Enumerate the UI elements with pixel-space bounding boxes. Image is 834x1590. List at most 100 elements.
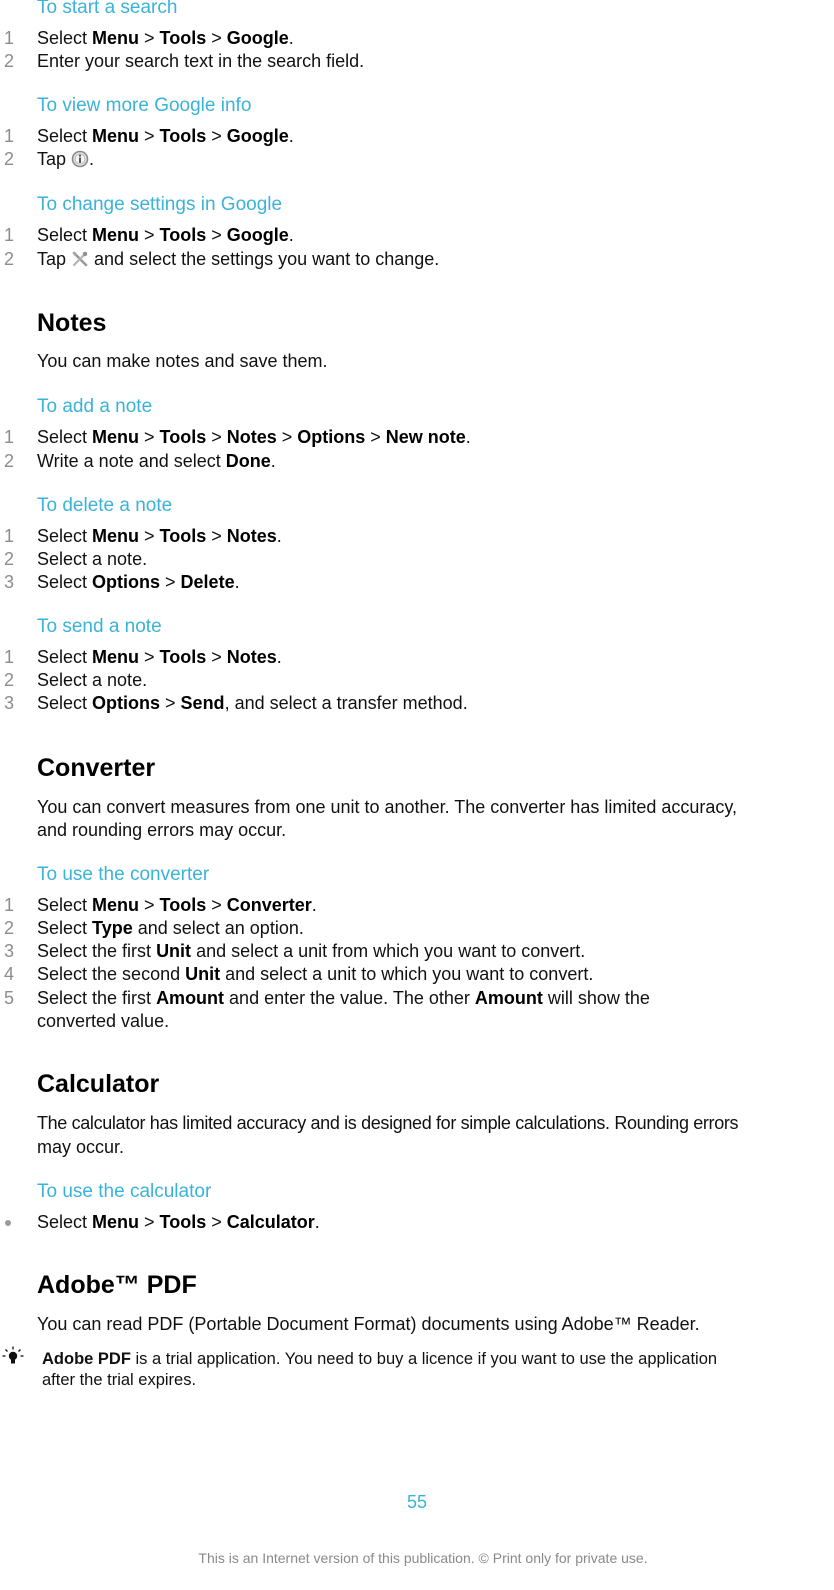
ui-term: Tools [159, 895, 207, 915]
step-text: Select Menu > Tools > Notes. [37, 646, 282, 669]
step-number: 2 [4, 149, 15, 169]
ui-term: Type [92, 918, 133, 938]
task-title-delete-note: To delete a note [37, 495, 173, 516]
adobe-tip-bold: Adobe PDF [42, 1350, 131, 1368]
step-text: Select Type and select an option. [37, 917, 304, 940]
step-text-run: and enter the value. The other [224, 988, 475, 1008]
step-text-run: > [160, 693, 181, 713]
section-title-notes: Notes [37, 309, 107, 337]
step-text-run: > [206, 28, 227, 48]
ui-term: Amount [474, 988, 543, 1008]
step-text-run: , and select a transfer method. [224, 693, 468, 713]
step-text: Select Menu > Tools > Google. [37, 27, 294, 50]
step-text-run: . [276, 647, 282, 667]
step-text-run: . [288, 126, 294, 146]
step-text-run: and select a unit from which you want to… [191, 941, 586, 961]
step-text-run: > [365, 427, 386, 447]
step-text-run: Select [37, 126, 93, 146]
task-title-send-note: To send a note [37, 616, 162, 637]
step-text: Select Menu > Tools > Converter. [37, 894, 317, 917]
step-number: 3 [4, 941, 15, 961]
step-text-run: > [206, 895, 227, 915]
bullet-icon [5, 1220, 11, 1226]
ui-term: Amount [156, 988, 225, 1008]
step-number: 4 [4, 964, 15, 984]
step-text-run: > [139, 647, 160, 667]
step-text-run: > [206, 647, 227, 667]
step-text-before: Tap [37, 149, 72, 169]
step-number: 2 [4, 670, 15, 690]
step-text-run: > [139, 895, 160, 915]
step-text-run: Select a note. [37, 670, 148, 690]
step-text-run: converted value. [37, 1011, 170, 1031]
ui-term: Menu [92, 28, 140, 48]
step-text-run: . [276, 526, 282, 546]
step-text-run: will show the [542, 988, 650, 1008]
step-text-run: > [139, 126, 160, 146]
step-number: 3 [4, 572, 15, 592]
task-title-view-google-info: To view more Google info [37, 95, 252, 116]
ui-term: Converter [226, 895, 312, 915]
step-text: Select Options > Delete. [37, 571, 240, 594]
step-number: 2 [4, 549, 15, 569]
step-text-run: > [206, 1212, 227, 1232]
step-text: Select the first Unit and select a unit … [37, 940, 585, 963]
step-text-run: . [465, 427, 471, 447]
step-text: Select a note. [37, 669, 147, 692]
step-text: Select the first Amount and enter the va… [37, 987, 650, 1010]
step-number: 2 [4, 51, 15, 71]
step-number: 1 [4, 225, 15, 245]
ui-term: Done [225, 451, 271, 471]
step-number: 1 [4, 28, 15, 48]
step-text: Select a note. [37, 548, 147, 571]
step-text-run: Select [37, 647, 93, 667]
step-number: 2 [4, 451, 15, 471]
step-text-run: > [160, 572, 181, 592]
step-text-run: . [288, 28, 294, 48]
step-text-run: and select a unit to which you want to c… [220, 964, 594, 984]
step-text: Select Menu > Tools > Google. [37, 125, 294, 148]
step-text-run: . [234, 572, 240, 592]
step-number: 1 [4, 427, 15, 447]
step-number: 2 [4, 249, 15, 269]
ui-term: Menu [92, 225, 140, 245]
footer-notice: This is an Internet version of this publ… [198, 1550, 648, 1566]
ui-term: Options [92, 572, 161, 592]
converter-intro-line1: You can convert measures from one unit t… [37, 797, 738, 817]
step-text-before: Tap [37, 249, 72, 269]
step-number: 2 [4, 918, 15, 938]
calculator-intro-line1: The calculator has limited accuracy and … [37, 1113, 739, 1133]
ui-term: Tools [159, 526, 207, 546]
lightbulb-tip-icon [2, 1345, 28, 1371]
step-text-run: . [270, 451, 276, 471]
step-text-after: and select the settings you want to chan… [89, 249, 440, 269]
step-text-run: Select a note. [37, 549, 148, 569]
step-text-run: > [206, 427, 227, 447]
step-text: Select Menu > Tools > Notes. [37, 525, 282, 548]
step-number: 1 [4, 526, 15, 546]
step-text-run: Select [37, 572, 93, 592]
step-text-run: Select [37, 225, 93, 245]
step-text: Write a note and select Done. [37, 450, 276, 473]
ui-term: Options [92, 693, 161, 713]
step-text-after: . [89, 149, 95, 169]
settings-tools-icon [71, 250, 89, 268]
step-text-run: > [276, 427, 298, 447]
ui-term: Send [180, 693, 225, 713]
section-title-adobe-pdf: Adobe™ PDF [37, 1271, 197, 1299]
ui-term: Tools [159, 427, 207, 447]
step-text-run: > [139, 225, 160, 245]
step-text: Tap and select the settings you want to … [37, 248, 439, 271]
step-text-run: Select the second [37, 964, 186, 984]
ui-term: Google [226, 225, 289, 245]
step-text-run: > [139, 526, 160, 546]
step-text-run: > [139, 1212, 160, 1232]
converter-intro-line2: and rounding errors may occur. [37, 820, 287, 840]
step-number: 1 [4, 126, 15, 146]
step-text-run: Select [37, 427, 93, 447]
step-text-run: > [139, 427, 160, 447]
adobe-tip-note-line2: after the trial expires. [42, 1371, 197, 1389]
ui-term: Unit [156, 941, 192, 961]
ui-term: Calculator [226, 1212, 315, 1232]
ui-term: Notes [226, 647, 277, 667]
